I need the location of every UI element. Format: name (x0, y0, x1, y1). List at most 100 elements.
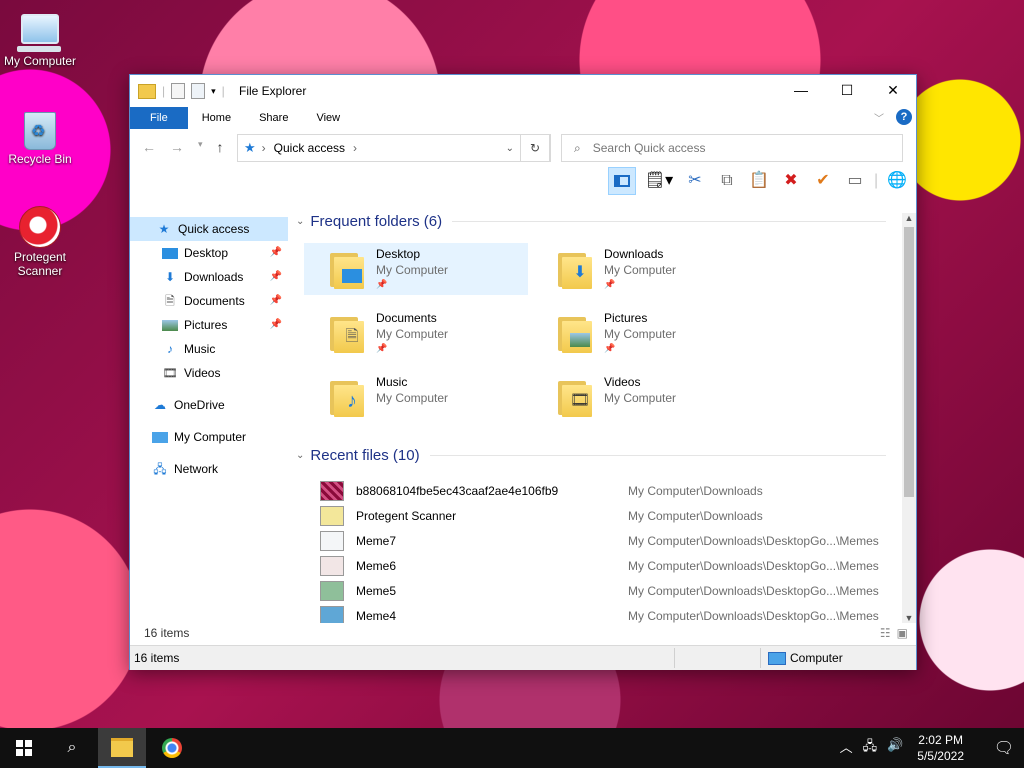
folder-tile-desktop[interactable]: Desktop My Computer 📌 (304, 243, 528, 295)
pin-icon[interactable]: 📌 (270, 289, 282, 313)
vertical-scrollbar[interactable]: ▲ ▼ (902, 213, 916, 623)
recent-file-row[interactable]: Protegent Scanner My Computer\Downloads (320, 504, 890, 528)
rename-icon[interactable]: ▭ (842, 168, 868, 194)
checkmark-icon[interactable]: ✔ (810, 168, 836, 194)
up-arrow-icon[interactable]: ↑ (217, 139, 224, 155)
nav-item-my-computer[interactable]: My Computer (130, 425, 288, 449)
forward-arrow-icon[interactable]: → (170, 139, 184, 155)
preview-pane-icon[interactable] (608, 167, 636, 195)
show-hidden-icons-icon[interactable]: ︿ (840, 737, 853, 759)
notifications-icon[interactable]: 🗨 (984, 738, 1024, 758)
desktop-icon-label: Recycle Bin (8, 152, 72, 166)
view-options-icon[interactable]: 🗒▾ (642, 168, 676, 194)
downloads-folder-icon: ⬇ (558, 249, 592, 289)
collapse-chevron-icon[interactable]: ⌄ (296, 216, 304, 227)
network-icon: 🖧 (153, 462, 167, 476)
nav-item-downloads[interactable]: ⬇ Downloads 📌 (130, 265, 288, 289)
new-folder-icon[interactable] (191, 83, 206, 99)
details-view-icon[interactable]: ☷ (880, 626, 891, 640)
folder-tile-music[interactable]: ♪ Music My Computer (304, 371, 528, 423)
minimize-button[interactable]: — (778, 75, 824, 105)
divider (429, 455, 886, 456)
nav-item-onedrive[interactable]: ☁ OneDrive (130, 393, 288, 417)
desktop-icon-protegent-scanner[interactable]: Protegent Scanner (0, 206, 80, 278)
address-bar[interactable]: ★ › Quick access › ⌄ (237, 134, 551, 162)
status-computer-label: Computer (790, 651, 843, 665)
folder-tile-videos[interactable]: 🎞 Videos My Computer (532, 371, 756, 423)
start-button[interactable] (0, 728, 48, 768)
image-file-icon (320, 556, 344, 576)
recent-file-row[interactable]: Meme6 My Computer\Downloads\DesktopGo...… (320, 554, 890, 578)
scroll-up-icon[interactable]: ▲ (902, 213, 916, 223)
expand-ribbon-icon[interactable]: ﹀ (874, 110, 884, 125)
nav-item-desktop[interactable]: Desktop 📌 (130, 241, 288, 265)
nav-item-documents[interactable]: 🗎 Documents 📌 (130, 289, 288, 313)
pin-icon: 📌 (376, 343, 388, 353)
large-icons-view-icon[interactable]: ▣ (897, 626, 908, 640)
protegent-icon (19, 206, 61, 248)
volume-icon[interactable]: 🔊 (887, 737, 903, 759)
nav-item-label: Downloads (184, 270, 244, 284)
documents-folder-icon: 🗎 (330, 313, 364, 353)
cut-icon[interactable]: ✂ (682, 168, 708, 194)
nav-item-network[interactable]: 🖧 Network (130, 457, 288, 481)
paste-icon[interactable]: 📋 (746, 168, 772, 194)
collapse-chevron-icon[interactable]: ⌄ (296, 450, 304, 461)
recent-file-row[interactable]: Meme4 My Computer\Downloads\DesktopGo...… (320, 604, 890, 623)
recent-files-header[interactable]: ⌄ Recent files (10) (296, 447, 886, 464)
nav-item-quick-access[interactable]: ★ Quick access (130, 217, 288, 241)
properties-icon[interactable] (171, 83, 186, 99)
recent-locations-icon[interactable]: ▾ (198, 139, 203, 155)
back-arrow-icon[interactable]: ← (142, 139, 156, 155)
taskbar-chrome[interactable] (148, 728, 196, 768)
tab-home[interactable]: Home (188, 107, 245, 129)
desktop-icon-my-computer[interactable]: My Computer (0, 8, 80, 68)
nav-item-music[interactable]: ♪ Music (130, 337, 288, 361)
copy-icon[interactable]: ⧉ (714, 168, 740, 194)
frequent-folders-header[interactable]: ⌄ Frequent folders (6) (296, 213, 886, 230)
desktop-icon-recycle-bin[interactable]: Recycle Bin (0, 108, 80, 166)
music-icon: ♪ (167, 342, 173, 356)
network-icon[interactable]: 🖧 (863, 737, 878, 759)
nav-item-pictures[interactable]: Pictures 📌 (130, 313, 288, 337)
search-button[interactable]: ⌕ (48, 728, 96, 768)
pin-icon[interactable]: 📌 (270, 313, 282, 337)
nav-item-label: OneDrive (174, 398, 225, 412)
scrollbar-thumb[interactable] (904, 227, 914, 497)
folder-tile-documents[interactable]: 🗎 Documents My Computer 📌 (304, 307, 528, 359)
breadcrumb-chevron-icon[interactable]: › (262, 141, 266, 155)
close-button[interactable]: ✕ (870, 75, 916, 105)
windows-logo-icon (16, 739, 32, 756)
pin-icon[interactable]: 📌 (270, 265, 282, 289)
breadcrumb-quick-access[interactable]: Quick access (274, 141, 345, 155)
desktop-folder-icon (330, 249, 364, 289)
search-input[interactable]: ⌕ Search Quick access (561, 134, 903, 162)
address-dropdown-icon[interactable]: ⌄ (506, 143, 514, 154)
customize-qat-icon[interactable]: ▾ (211, 86, 216, 97)
delete-icon[interactable]: ✖ (778, 168, 804, 194)
nav-item-label: Videos (184, 366, 221, 380)
chrome-icon (162, 737, 182, 758)
nav-item-videos[interactable]: 🎞 Videos (130, 361, 288, 385)
status-computer: Computer (768, 651, 843, 665)
scroll-down-icon[interactable]: ▼ (902, 613, 916, 623)
folder-tile-pictures[interactable]: Pictures My Computer 📌 (532, 307, 756, 359)
desktop-icon (162, 247, 178, 259)
recent-file-row[interactable]: b88068104fbe5ec43caaf2ae4e106fb9 My Comp… (320, 479, 890, 503)
clock[interactable]: 2:02 PM 5/5/2022 (917, 732, 964, 764)
videos-icon: 🎞 (162, 366, 178, 380)
recent-file-row[interactable]: Meme7 My Computer\Downloads\DesktopGo...… (320, 529, 890, 553)
breadcrumb-chevron-icon[interactable]: › (353, 141, 357, 155)
help-icon[interactable]: ? (896, 109, 912, 125)
folder-tile-downloads[interactable]: ⬇ Downloads My Computer 📌 (532, 243, 756, 295)
tab-share[interactable]: Share (245, 107, 302, 129)
nav-item-label: Desktop (184, 246, 229, 260)
refresh-button[interactable]: ↻ (520, 134, 550, 162)
maximize-button[interactable]: ☐ (824, 75, 870, 105)
pin-icon[interactable]: 📌 (270, 241, 282, 265)
tab-view[interactable]: View (302, 107, 354, 129)
taskbar-file-explorer[interactable] (98, 728, 146, 768)
tab-file[interactable]: File (130, 107, 188, 129)
recent-file-row[interactable]: Meme5 My Computer\Downloads\DesktopGo...… (320, 579, 890, 603)
globe-icon[interactable]: 🌐 (884, 168, 910, 194)
